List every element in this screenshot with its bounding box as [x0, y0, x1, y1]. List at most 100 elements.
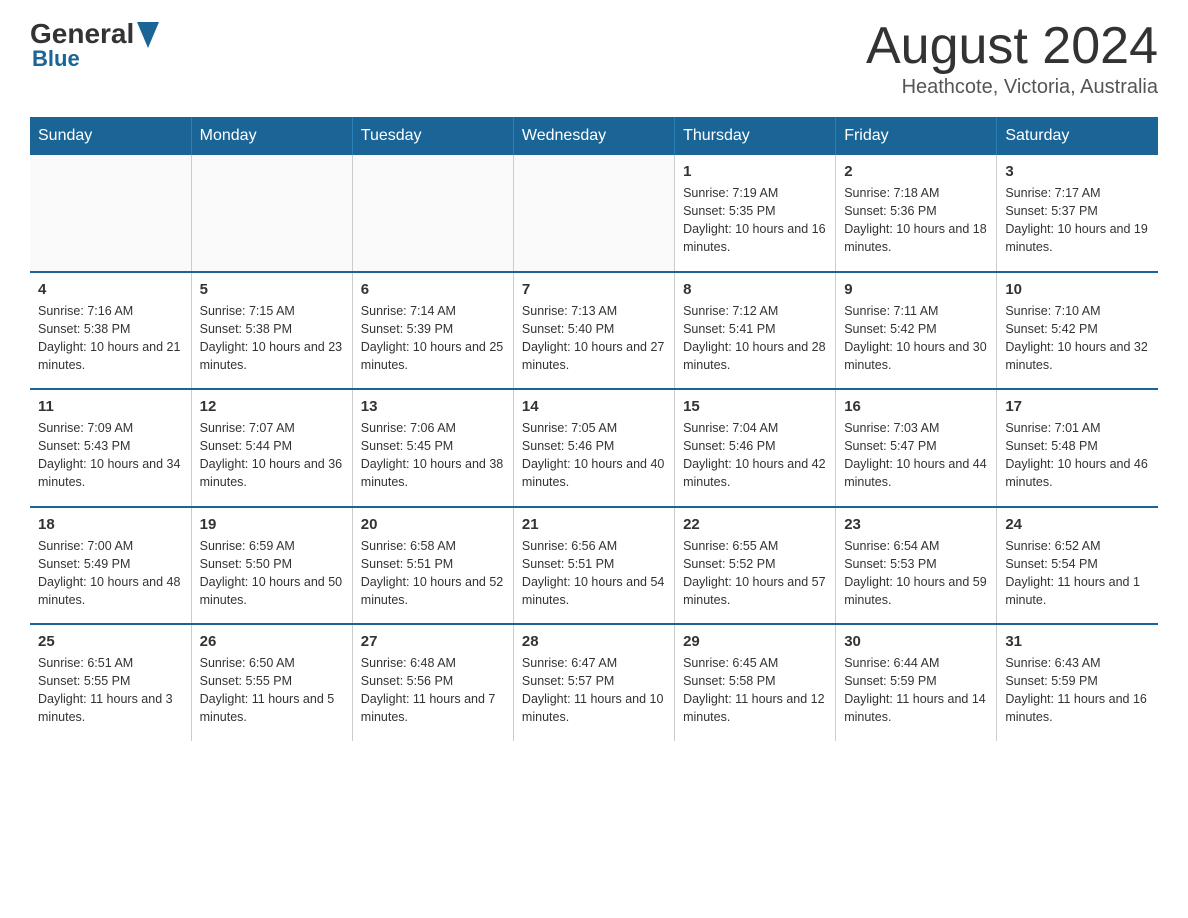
day-info: Sunrise: 7:12 AM Sunset: 5:41 PM Dayligh… — [683, 302, 827, 375]
day-header-tuesday: Tuesday — [352, 117, 513, 155]
calendar-cell: 21 Sunrise: 6:56 AM Sunset: 5:51 PM Dayli… — [513, 507, 674, 625]
day-number: 26 — [200, 633, 344, 650]
calendar-week-row: 4 Sunrise: 7:16 AM Sunset: 5:38 PM Daylig… — [30, 272, 1158, 390]
day-number: 23 — [844, 516, 988, 533]
day-info: Sunrise: 6:58 AM Sunset: 5:51 PM Dayligh… — [361, 537, 505, 610]
day-number: 7 — [522, 281, 666, 298]
day-number: 18 — [38, 516, 183, 533]
day-header-wednesday: Wednesday — [513, 117, 674, 155]
day-info: Sunrise: 6:43 AM Sunset: 5:59 PM Dayligh… — [1005, 654, 1150, 727]
month-title: August 2024 — [866, 20, 1158, 72]
calendar-cell — [30, 155, 191, 272]
day-number: 16 — [844, 398, 988, 415]
calendar-cell — [352, 155, 513, 272]
day-info: Sunrise: 6:47 AM Sunset: 5:57 PM Dayligh… — [522, 654, 666, 727]
day-info: Sunrise: 7:15 AM Sunset: 5:38 PM Dayligh… — [200, 302, 344, 375]
day-number: 21 — [522, 516, 666, 533]
page-header: General Blue August 2024 Heathcote, Vict… — [30, 20, 1158, 99]
calendar-cell: 9 Sunrise: 7:11 AM Sunset: 5:42 PM Daylig… — [836, 272, 997, 390]
day-info: Sunrise: 6:52 AM Sunset: 5:54 PM Dayligh… — [1005, 537, 1150, 610]
calendar-cell — [191, 155, 352, 272]
calendar-cell: 30 Sunrise: 6:44 AM Sunset: 5:59 PM Dayli… — [836, 624, 997, 741]
day-header-saturday: Saturday — [997, 117, 1158, 155]
day-number: 8 — [683, 281, 827, 298]
day-number: 9 — [844, 281, 988, 298]
calendar-cell: 2Sunrise: 7:18 AM Sunset: 5:36 PM Daylig… — [836, 155, 997, 272]
day-number: 3 — [1005, 163, 1150, 180]
day-info: Sunrise: 7:17 AM Sunset: 5:37 PM Dayligh… — [1005, 184, 1150, 257]
day-info: Sunrise: 7:11 AM Sunset: 5:42 PM Dayligh… — [844, 302, 988, 375]
calendar-cell: 7 Sunrise: 7:13 AM Sunset: 5:40 PM Daylig… — [513, 272, 674, 390]
day-header-sunday: Sunday — [30, 117, 191, 155]
day-info: Sunrise: 7:13 AM Sunset: 5:40 PM Dayligh… — [522, 302, 666, 375]
day-info: Sunrise: 7:09 AM Sunset: 5:43 PM Dayligh… — [38, 419, 183, 492]
calendar-week-row: 18 Sunrise: 7:00 AM Sunset: 5:49 PM Dayli… — [30, 507, 1158, 625]
calendar-cell: 4 Sunrise: 7:16 AM Sunset: 5:38 PM Daylig… — [30, 272, 191, 390]
day-number: 19 — [200, 516, 344, 533]
calendar-cell: 16 Sunrise: 7:03 AM Sunset: 5:47 PM Dayli… — [836, 389, 997, 507]
calendar-cell: 28 Sunrise: 6:47 AM Sunset: 5:57 PM Dayli… — [513, 624, 674, 741]
calendar-week-row: 1Sunrise: 7:19 AM Sunset: 5:35 PM Daylig… — [30, 155, 1158, 272]
day-number: 30 — [844, 633, 988, 650]
calendar-cell: 31Sunrise: 6:43 AM Sunset: 5:59 PM Dayli… — [997, 624, 1158, 741]
day-info: Sunrise: 6:54 AM Sunset: 5:53 PM Dayligh… — [844, 537, 988, 610]
day-number: 4 — [38, 281, 183, 298]
calendar-cell: 10 Sunrise: 7:10 AM Sunset: 5:42 PM Dayli… — [997, 272, 1158, 390]
logo-arrow-icon — [137, 20, 159, 48]
day-info: Sunrise: 7:10 AM Sunset: 5:42 PM Dayligh… — [1005, 302, 1150, 375]
day-info: Sunrise: 6:51 AM Sunset: 5:55 PM Dayligh… — [38, 654, 183, 727]
calendar-cell: 22 Sunrise: 6:55 AM Sunset: 5:52 PM Dayli… — [675, 507, 836, 625]
day-info: Sunrise: 6:44 AM Sunset: 5:59 PM Dayligh… — [844, 654, 988, 727]
day-number: 12 — [200, 398, 344, 415]
day-info: Sunrise: 7:07 AM Sunset: 5:44 PM Dayligh… — [200, 419, 344, 492]
calendar-cell: 3 Sunrise: 7:17 AM Sunset: 5:37 PM Daylig… — [997, 155, 1158, 272]
day-info: Sunrise: 7:05 AM Sunset: 5:46 PM Dayligh… — [522, 419, 666, 492]
calendar-cell: 18 Sunrise: 7:00 AM Sunset: 5:49 PM Dayli… — [30, 507, 191, 625]
location-text: Heathcote, Victoria, Australia — [866, 76, 1158, 99]
day-info: Sunrise: 7:03 AM Sunset: 5:47 PM Dayligh… — [844, 419, 988, 492]
calendar-cell: 20 Sunrise: 6:58 AM Sunset: 5:51 PM Dayli… — [352, 507, 513, 625]
logo-top: General — [30, 20, 159, 48]
day-number: 25 — [38, 633, 183, 650]
calendar-cell: 25 Sunrise: 6:51 AM Sunset: 5:55 PM Dayli… — [30, 624, 191, 741]
calendar-cell: 6Sunrise: 7:14 AM Sunset: 5:39 PM Daylig… — [352, 272, 513, 390]
day-info: Sunrise: 7:16 AM Sunset: 5:38 PM Dayligh… — [38, 302, 183, 375]
day-header-thursday: Thursday — [675, 117, 836, 155]
day-number: 15 — [683, 398, 827, 415]
day-number: 14 — [522, 398, 666, 415]
day-info: Sunrise: 6:55 AM Sunset: 5:52 PM Dayligh… — [683, 537, 827, 610]
day-number: 10 — [1005, 281, 1150, 298]
day-number: 2 — [844, 163, 988, 180]
logo: General Blue — [30, 20, 159, 70]
day-header-monday: Monday — [191, 117, 352, 155]
day-number: 28 — [522, 633, 666, 650]
calendar-table: SundayMondayTuesdayWednesdayThursdayFrid… — [30, 117, 1158, 741]
day-number: 20 — [361, 516, 505, 533]
day-info: Sunrise: 7:04 AM Sunset: 5:46 PM Dayligh… — [683, 419, 827, 492]
day-info: Sunrise: 6:56 AM Sunset: 5:51 PM Dayligh… — [522, 537, 666, 610]
day-number: 24 — [1005, 516, 1150, 533]
logo-general-text: General — [30, 20, 134, 48]
calendar-cell: 8 Sunrise: 7:12 AM Sunset: 5:41 PM Daylig… — [675, 272, 836, 390]
title-area: August 2024 Heathcote, Victoria, Austral… — [866, 20, 1158, 99]
calendar-cell — [513, 155, 674, 272]
day-number: 11 — [38, 398, 183, 415]
calendar-cell: 26Sunrise: 6:50 AM Sunset: 5:55 PM Dayli… — [191, 624, 352, 741]
day-info: Sunrise: 7:00 AM Sunset: 5:49 PM Dayligh… — [38, 537, 183, 610]
day-number: 6 — [361, 281, 505, 298]
day-info: Sunrise: 6:59 AM Sunset: 5:50 PM Dayligh… — [200, 537, 344, 610]
calendar-cell: 17Sunrise: 7:01 AM Sunset: 5:48 PM Dayli… — [997, 389, 1158, 507]
calendar-cell: 1Sunrise: 7:19 AM Sunset: 5:35 PM Daylig… — [675, 155, 836, 272]
calendar-cell: 24 Sunrise: 6:52 AM Sunset: 5:54 PM Dayli… — [997, 507, 1158, 625]
day-info: Sunrise: 6:45 AM Sunset: 5:58 PM Dayligh… — [683, 654, 827, 727]
calendar-cell: 27Sunrise: 6:48 AM Sunset: 5:56 PM Dayli… — [352, 624, 513, 741]
logo-blue-text: Blue — [32, 48, 80, 70]
calendar-cell: 19 Sunrise: 6:59 AM Sunset: 5:50 PM Dayli… — [191, 507, 352, 625]
calendar-week-row: 11 Sunrise: 7:09 AM Sunset: 5:43 PM Dayli… — [30, 389, 1158, 507]
calendar-cell: 29 Sunrise: 6:45 AM Sunset: 5:58 PM Dayli… — [675, 624, 836, 741]
day-number: 13 — [361, 398, 505, 415]
day-number: 29 — [683, 633, 827, 650]
day-number: 17 — [1005, 398, 1150, 415]
day-number: 1 — [683, 163, 827, 180]
day-number: 22 — [683, 516, 827, 533]
